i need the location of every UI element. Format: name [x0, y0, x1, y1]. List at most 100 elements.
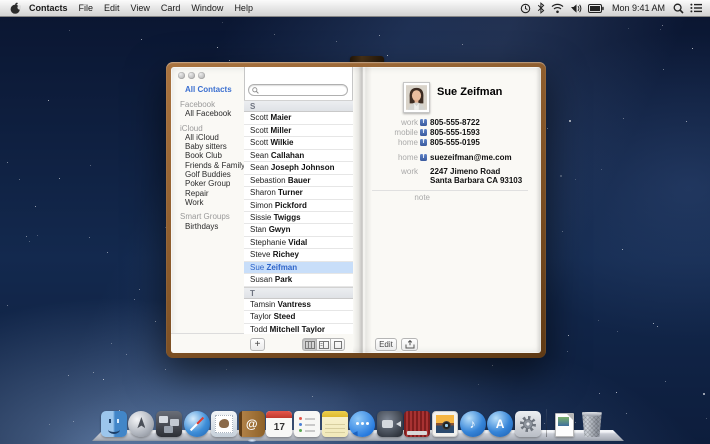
contact-last-name: Wilkie [270, 138, 293, 147]
contact-photo [403, 82, 430, 113]
contact-row-taylor-steed[interactable]: Taylor Steed [244, 311, 353, 323]
add-contact-button[interactable]: + [250, 338, 265, 351]
contact-row-scott-maier[interactable]: Scott Maier [244, 112, 353, 124]
contact-row-stephanie-vidal[interactable]: Stephanie Vidal [244, 237, 353, 249]
note-field[interactable]: note [372, 193, 534, 203]
contact-first-name: Simon [250, 201, 275, 210]
finder-dock-icon[interactable] [101, 411, 127, 437]
contact-first-name: Sean [250, 163, 271, 172]
dock-slot-mail [210, 411, 238, 437]
mission-control-dock-icon[interactable] [156, 411, 182, 437]
launchpad-dock-icon[interactable] [128, 411, 154, 437]
apple-menu-icon[interactable] [10, 2, 21, 15]
sidebar-item-work[interactable]: Work [171, 198, 244, 207]
menu-item-contacts[interactable]: Contacts [29, 3, 68, 13]
contact-row-scott-wilkie[interactable]: Scott Wilkie [244, 137, 353, 149]
sidebar-item-repair[interactable]: Repair [171, 189, 244, 198]
sidebar-item-book-club[interactable]: Book Club [171, 151, 244, 160]
contact-first-name: Taylor [250, 312, 274, 321]
photo-booth-dock-icon[interactable] [404, 411, 430, 437]
menu-bar-clock[interactable]: Mon 9:41 AM [612, 3, 665, 13]
contact-row-sean-joseph-johnson[interactable]: Sean Joseph Johnson [244, 162, 353, 174]
iphoto-dock-icon[interactable] [432, 411, 458, 437]
note-divider [372, 190, 528, 191]
notification-center-icon[interactable] [690, 3, 702, 13]
contact-last-name: Zeifman [266, 263, 297, 272]
facebook-badge-icon: f [420, 119, 427, 126]
view-segment-list-card[interactable] [316, 338, 331, 351]
field-email-home[interactable]: homefsuezeifman@me.com [372, 152, 534, 162]
time-machine-icon[interactable] [520, 3, 531, 14]
sidebar-item-birthdays[interactable]: Birthdays [171, 222, 244, 231]
contact-last-name: Vidal [288, 238, 307, 247]
menu-item-card[interactable]: Card [161, 3, 181, 13]
contacts-dock-icon[interactable]: @ [239, 411, 265, 437]
spotlight-icon[interactable] [673, 3, 684, 14]
field-phone-mobile[interactable]: mobilef805-555-1593 [372, 127, 534, 137]
contact-row-susan-park[interactable]: Susan Park [244, 274, 353, 286]
search-field[interactable] [248, 84, 348, 96]
dock-slot-calendar: 17 [266, 411, 294, 437]
contact-row-steve-richey[interactable]: Steve Richey [244, 249, 353, 261]
volume-icon[interactable] [570, 3, 582, 14]
contact-row-sebastion-bauer[interactable]: Sebastion Bauer [244, 175, 353, 187]
bluetooth-icon[interactable] [537, 2, 545, 14]
mail-dock-icon[interactable] [211, 411, 237, 437]
contact-row-sean-callahan[interactable]: Sean Callahan [244, 150, 353, 162]
contact-first-name: Scott [250, 138, 270, 147]
trash-dock-icon[interactable] [579, 411, 605, 437]
contact-row-tamsin-vantress[interactable]: Tamsin Vantress [244, 299, 353, 311]
facetime-dock-icon[interactable] [377, 411, 403, 437]
field-label: mobile [372, 128, 418, 137]
section-header-s: S [244, 100, 353, 112]
reminders-dock-icon[interactable] [294, 411, 320, 437]
group-header-facebook: Facebook [171, 100, 244, 109]
sidebar-item-all-facebook[interactable]: All Facebook [171, 109, 244, 118]
menu-item-view[interactable]: View [131, 3, 150, 13]
wifi-icon[interactable] [551, 3, 564, 14]
app-store-dock-icon[interactable]: A [487, 411, 513, 437]
calendar-dock-icon[interactable]: 17 [266, 411, 292, 437]
share-button[interactable] [401, 338, 418, 351]
battery-icon[interactable] [588, 4, 604, 13]
contact-row-todd-mitchell-taylor[interactable]: Todd Mitchell Taylor [244, 324, 353, 334]
edit-button[interactable]: Edit [375, 338, 397, 351]
groups-list-card-icon [305, 341, 315, 349]
sidebar-item-all-contacts[interactable]: All Contacts [171, 85, 244, 95]
safari-dock-icon[interactable] [184, 411, 210, 437]
contact-row-sue-zeifman[interactable]: Sue Zeifman [244, 262, 353, 274]
contact-name: Sue Zeifman [437, 86, 502, 98]
menu-item-file[interactable]: File [79, 3, 94, 13]
contact-first-name: Sharon [250, 188, 278, 197]
menu-item-edit[interactable]: Edit [104, 3, 120, 13]
contact-row-stan-gwyn[interactable]: Stan Gwyn [244, 224, 353, 236]
menu-item-help[interactable]: Help [234, 3, 253, 13]
contact-row-sharon-turner[interactable]: Sharon Turner [244, 187, 353, 199]
sidebar-item-poker-group[interactable]: Poker Group [171, 179, 244, 188]
view-segment-groups-list-card[interactable] [302, 338, 317, 351]
sidebar-item-golf-buddies[interactable]: Golf Buddies [171, 170, 244, 179]
field-address-work[interactable]: work2247 Jimeno RoadSanta Barbara CA 931… [372, 167, 534, 185]
messages-dock-icon[interactable] [349, 411, 375, 437]
contact-last-name: Mitchell Taylor [270, 325, 325, 334]
contact-row-sissie-twiggs[interactable]: Sissie Twiggs [244, 212, 353, 224]
contact-last-name: Vantress [278, 300, 311, 309]
field-phone-work[interactable]: workf805-555-8722 [372, 117, 534, 127]
notes-dock-icon[interactable] [322, 411, 348, 437]
system-preferences-dock-icon[interactable] [515, 411, 541, 437]
sidebar-item-baby-sitters[interactable]: Baby sitters [171, 142, 244, 151]
contact-row-scott-miller[interactable]: Scott Miller [244, 125, 353, 137]
view-segment-card-only[interactable] [330, 338, 345, 351]
field-phone-home[interactable]: homef805-555-0195 [372, 138, 534, 148]
groups-sidebar: All Contacts FacebookAll FacebookiCloudA… [171, 67, 244, 353]
contact-first-name: Steve [250, 250, 273, 259]
portrait-image [406, 85, 427, 110]
sidebar-item-friends-family[interactable]: Friends & Family [171, 161, 244, 170]
field-value: 2247 Jimeno RoadSanta Barbara CA 93103 [430, 167, 522, 185]
menu-item-window[interactable]: Window [191, 3, 223, 13]
itunes-dock-icon[interactable]: ♪ [460, 411, 486, 437]
contact-row-simon-pickford[interactable]: Simon Pickford [244, 200, 353, 212]
sidebar-item-all-icloud[interactable]: All iCloud [171, 133, 244, 142]
document-dock-icon[interactable] [555, 413, 574, 437]
search-input[interactable] [248, 84, 348, 96]
